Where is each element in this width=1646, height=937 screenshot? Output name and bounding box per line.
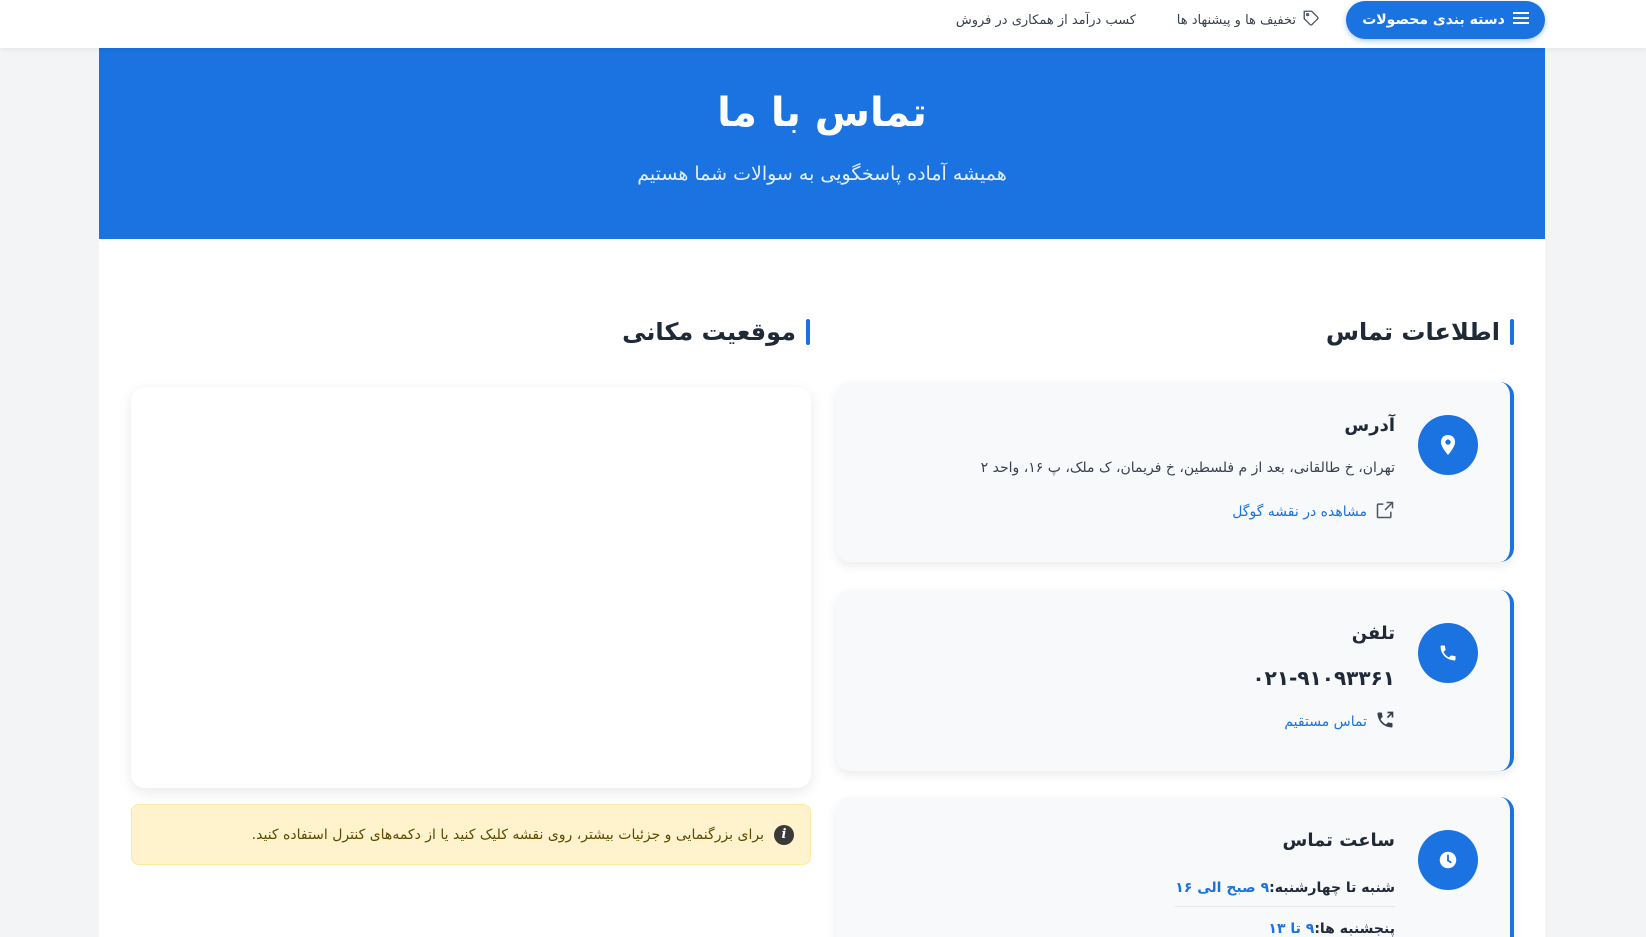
map-hint-text: برای بزرگنمایی و جزئیات بیشتر، روی نقشه …	[251, 826, 764, 843]
categories-button[interactable]: دسته بندی محصولات	[1346, 1, 1545, 39]
offers-label: تخفیف ها و پیشنهاد ها	[1176, 12, 1296, 28]
map-pin-icon	[1418, 415, 1478, 475]
phone-icon	[1418, 623, 1478, 683]
direct-call-label: تماس مستقیم	[1284, 714, 1367, 730]
phone-heading: تلفن	[1351, 623, 1395, 644]
top-navigation: دسته بندی محصولات تخفیف ها و پیشنهاد ها …	[0, 0, 1646, 48]
affiliate-link[interactable]: کسب درآمد از همکاری در فروش	[956, 9, 1136, 31]
external-link-icon	[1375, 500, 1395, 524]
direct-call-link[interactable]: تماس مستقیم	[1284, 710, 1395, 734]
hours-card: ساعت تماس شنبه تا چهارشنبه:۹ صبح الی ۱۶ …	[836, 797, 1514, 937]
clock-icon	[1418, 830, 1478, 890]
main-container: تماس با ما همیشه آماده پاسخگویی به سوالا…	[99, 48, 1545, 937]
hours-weekdays: شنبه تا چهارشنبه:۹ صبح الی ۱۶	[1175, 880, 1395, 907]
google-maps-link[interactable]: مشاهده در نقشه گوگل	[1232, 500, 1395, 524]
title-accent-bar	[1510, 319, 1514, 345]
hero-banner: تماس با ما همیشه آماده پاسخگویی به سوالا…	[99, 48, 1545, 239]
phone-number: ۰۲۱-۹۱۰۹۳۳۶۱	[1252, 666, 1395, 690]
contact-info-title-text: اطلاعات تماس	[1325, 318, 1500, 346]
map-hint-note: i برای بزرگنمایی و جزئیات بیشتر، روی نقش…	[131, 804, 811, 865]
info-icon: i	[774, 824, 794, 845]
hours-thursday: پنجشنبه ها:۹ تا ۱۳	[1268, 921, 1395, 937]
categories-label: دسته بندی محصولات	[1362, 12, 1505, 28]
location-title-text: موقعیت مکانی	[622, 318, 796, 346]
affiliate-label: کسب درآمد از همکاری در فروش	[955, 12, 1136, 28]
location-title: موقعیت مکانی	[622, 318, 810, 346]
tag-icon	[1302, 9, 1320, 31]
map-embed[interactable]	[131, 387, 811, 788]
hours-thursday-time: ۹ تا ۱۳	[1268, 921, 1315, 937]
menu-icon	[1512, 11, 1529, 29]
offers-link[interactable]: تخفیف ها و پیشنهاد ها	[1177, 9, 1320, 31]
hours-heading: ساعت تماس	[1282, 830, 1396, 851]
address-heading: آدرس	[1344, 415, 1395, 436]
phone-card: تلفن ۰۲۱-۹۱۰۹۳۳۶۱ تماس مستقیم	[836, 590, 1514, 771]
phone-outgoing-icon	[1375, 710, 1395, 734]
page-title: تماس با ما	[717, 90, 927, 136]
contact-info-title: اطلاعات تماس	[1326, 318, 1514, 346]
google-maps-link-label: مشاهده در نقشه گوگل	[1232, 504, 1367, 520]
page-subtitle: همیشه آماده پاسخگویی به سوالات شما هستیم	[637, 163, 1007, 185]
hours-weekdays-time: ۹ صبح الی ۱۶	[1175, 880, 1270, 896]
address-card: آدرس تهران، خ طالقانی، بعد از م فلسطین، …	[836, 382, 1514, 562]
address-text: تهران، خ طالقانی، بعد از م فلسطین، خ فری…	[980, 460, 1395, 476]
hours-thursday-days: پنجشنبه ها:	[1314, 921, 1395, 937]
title-accent-bar	[806, 319, 810, 345]
hours-weekdays-days: شنبه تا چهارشنبه:	[1269, 880, 1395, 896]
